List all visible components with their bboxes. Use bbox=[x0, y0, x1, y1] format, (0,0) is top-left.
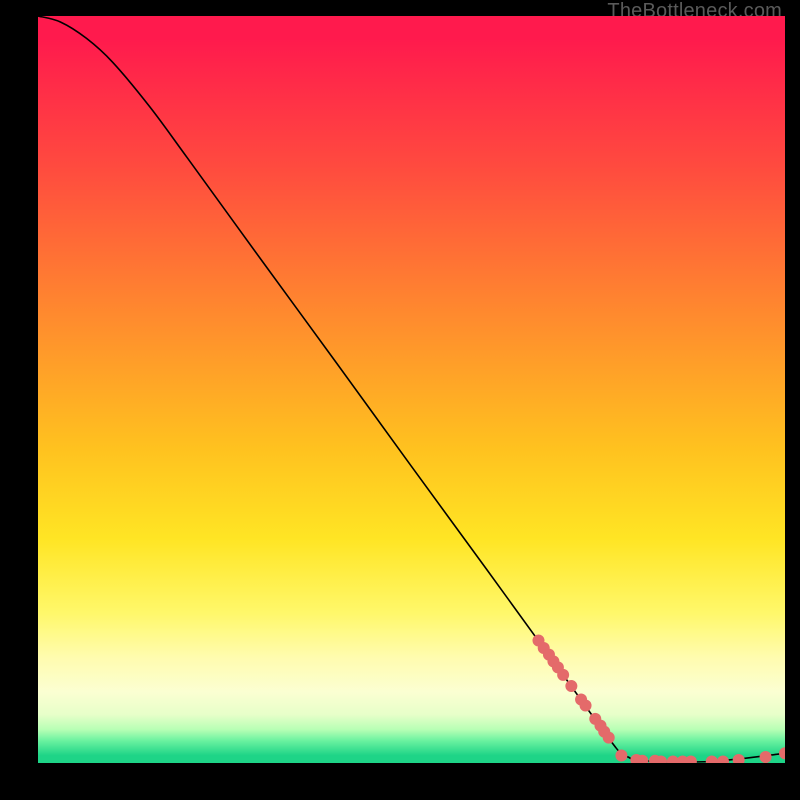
data-marker bbox=[603, 732, 615, 744]
data-marker bbox=[580, 699, 592, 711]
chart-svg bbox=[38, 16, 785, 763]
data-marker bbox=[565, 680, 577, 692]
gradient-background bbox=[38, 16, 785, 763]
data-marker bbox=[615, 750, 627, 762]
data-marker bbox=[760, 751, 772, 763]
data-marker bbox=[557, 669, 569, 681]
chart-frame: TheBottleneck.com bbox=[0, 0, 800, 800]
plot-area bbox=[38, 16, 785, 763]
